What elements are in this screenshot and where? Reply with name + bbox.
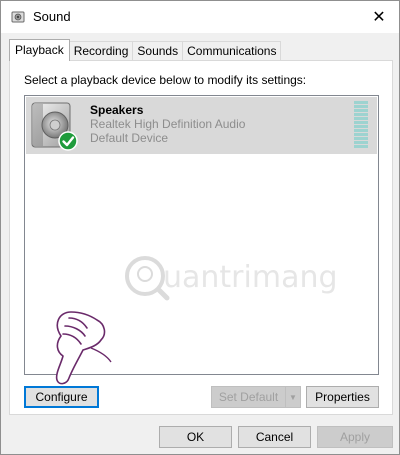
device-status: Default Device [90,131,169,145]
watermark: uantrimang [123,246,338,306]
cancel-label: Cancel [255,430,294,444]
set-default-dropdown[interactable]: ▼ [285,386,301,408]
properties-label: Properties [315,390,370,404]
default-check-icon [58,131,78,151]
set-default-label: Set Default [218,390,279,404]
tab-communications[interactable]: Communications [182,41,282,61]
device-description: Realtek High Definition Audio [90,117,246,131]
cancel-button[interactable]: Cancel [238,426,311,448]
set-default-button[interactable]: Set Default [211,386,286,408]
apply-label: Apply [339,430,371,444]
sound-app-icon [11,11,25,23]
window-title: Sound [33,9,71,24]
sound-dialog: Sound ✕ Playback Recording Sounds Commun… [0,0,400,455]
tab-playback[interactable]: Playback [9,39,70,61]
close-icon: ✕ [372,9,386,26]
ok-label: OK [186,430,205,444]
tab-recording[interactable]: Recording [68,41,134,61]
tab-sounds[interactable]: Sounds [132,41,184,61]
title-bar: Sound ✕ [1,1,399,33]
chevron-down-icon: ▼ [289,392,297,402]
device-name: Speakers [90,103,144,117]
ok-button[interactable]: OK [159,426,232,448]
apply-button[interactable]: Apply [317,426,393,448]
instruction-text: Select a playback device below to modify… [24,73,307,87]
volume-level-meter [354,101,368,149]
close-button[interactable]: ✕ [359,1,399,33]
watermark-text: uantrimang [163,260,338,295]
tab-strip: Playback Recording Sounds Communications [9,39,282,61]
pointing-hand-icon [55,311,112,385]
properties-button[interactable]: Properties [306,386,379,408]
speaker-icon [31,102,78,151]
device-row-speakers[interactable]: Speakers Realtek High Definition Audio D… [26,97,377,154]
